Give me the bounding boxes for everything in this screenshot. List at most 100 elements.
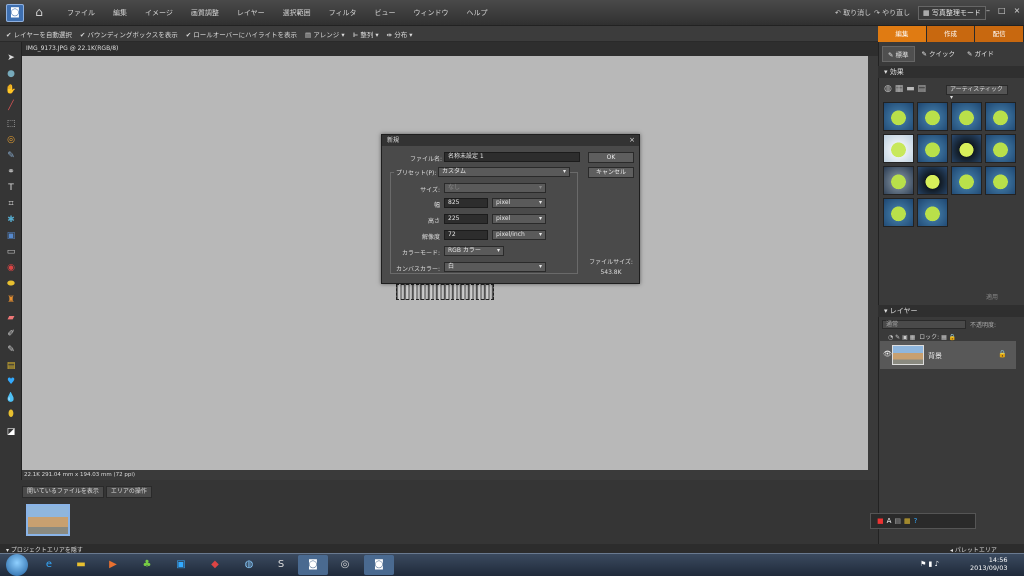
media-player-icon[interactable]: ▶	[98, 555, 128, 575]
vertical-scrollbar[interactable]	[868, 56, 878, 470]
height-field[interactable]: 225	[444, 214, 488, 224]
hand-tool-icon[interactable]: ✋	[4, 84, 18, 96]
minimize-button[interactable]: –	[986, 6, 990, 15]
effect-thumbnail[interactable]	[917, 198, 948, 227]
volume-icon[interactable]: ♪	[935, 560, 939, 568]
ime-dict-icon[interactable]: ▤	[894, 517, 901, 525]
layers-panel-header[interactable]: ▾ レイヤー	[878, 305, 1024, 317]
crop-tool-icon[interactable]: ⌗	[4, 198, 18, 210]
app-icon[interactable]: ◙	[6, 4, 24, 22]
mode-guide[interactable]: ✎ ガイド	[962, 46, 999, 62]
effect-thumbnail[interactable]	[883, 102, 914, 131]
help-icon[interactable]: ?	[914, 517, 918, 525]
menu-help[interactable]: ヘルプ	[458, 8, 497, 18]
width-field[interactable]: 825	[444, 198, 488, 208]
sponge-tool-icon[interactable]: ⬮	[4, 408, 18, 420]
dialog-close-icon[interactable]: ×	[629, 135, 635, 146]
tab-edit[interactable]: 編集	[878, 26, 927, 42]
menu-enhance[interactable]: 画質調整	[182, 8, 228, 18]
color-mode-select[interactable]: RGB カラー	[444, 246, 504, 256]
tab-create[interactable]: 作成	[926, 26, 976, 42]
cancel-button[interactable]: キャンセル	[588, 167, 634, 178]
redo-button[interactable]: ↷ やり直し	[874, 8, 910, 18]
home-icon[interactable]: ⌂	[30, 4, 48, 22]
menu-edit[interactable]: 編集	[104, 8, 136, 18]
organizer-task-icon[interactable]: ◙	[364, 555, 394, 575]
app-green-icon[interactable]: ♣	[132, 555, 162, 575]
menu-image[interactable]: イメージ	[136, 8, 182, 18]
rollover-checkbox[interactable]: ✔ ロールオーバーにハイライトを表示	[186, 29, 297, 39]
clone-stamp-icon[interactable]: ♜	[4, 294, 18, 306]
photoshop-elements-icon[interactable]: ◙	[298, 555, 328, 575]
app-gray-icon[interactable]: ◎	[330, 555, 360, 575]
apply-effect-button[interactable]: 適用	[986, 292, 998, 301]
organizer-button[interactable]: ▦ 写真整理モード	[918, 6, 986, 20]
effect-thumbnail[interactable]	[883, 198, 914, 227]
eyedropper-icon[interactable]: ╱	[4, 100, 18, 112]
name-field[interactable]: 名称未設定 1	[444, 152, 580, 162]
ok-button[interactable]: OK	[588, 152, 634, 163]
red-eye-icon[interactable]: ⚭	[4, 166, 18, 178]
brush-tool-icon[interactable]: ✐	[4, 328, 18, 340]
marquee-tool-icon[interactable]: ⬚	[4, 118, 18, 130]
effect-thumbnail[interactable]	[951, 134, 982, 163]
background-select[interactable]: 白	[444, 262, 546, 272]
gradient-tool-icon[interactable]: ♥	[4, 376, 18, 388]
ime-icon[interactable]: ■	[877, 517, 884, 525]
eraser-icon[interactable]: ▰	[4, 312, 18, 324]
quick-select-icon[interactable]: ✎	[4, 150, 18, 162]
menu-select[interactable]: 選択範囲	[274, 8, 320, 18]
visibility-eye-icon[interactable]: 👁	[883, 350, 892, 358]
redeye-removal-icon[interactable]: ◉	[4, 262, 18, 274]
width-unit-select[interactable]: pixel	[492, 198, 546, 208]
mode-quick[interactable]: ✎ クイック	[917, 46, 961, 62]
effect-thumbnail[interactable]	[985, 166, 1016, 195]
effect-thumbnail[interactable]	[917, 102, 948, 131]
mode-standard[interactable]: ✎ 標準	[882, 46, 915, 62]
blend-mode-select[interactable]: 通常	[882, 320, 966, 329]
shape-tool-icon[interactable]: ✱	[4, 214, 18, 226]
effect-thumbnail[interactable]	[985, 134, 1016, 163]
effects-panel-header[interactable]: ▾ 効果	[878, 66, 1024, 78]
canvas-image[interactable]	[396, 284, 494, 300]
network-icon[interactable]: ▮	[929, 560, 933, 568]
bounding-box-checkbox[interactable]: ✔ バウンディングボックスを表示	[80, 29, 178, 39]
close-button[interactable]: ×	[1014, 6, 1021, 15]
menu-file[interactable]: ファイル	[58, 8, 104, 18]
effect-thumbnail[interactable]	[883, 166, 914, 195]
straighten-icon[interactable]: ▭	[4, 246, 18, 258]
tab-share[interactable]: 配信	[975, 26, 1024, 42]
project-thumbnail[interactable]	[26, 504, 70, 536]
maximize-button[interactable]: □	[998, 6, 1006, 15]
menu-view[interactable]: ビュー	[366, 8, 405, 18]
blur-tool-icon[interactable]: 💧	[4, 392, 18, 404]
start-button[interactable]	[6, 554, 28, 576]
color-swatch-icon[interactable]: ◪	[4, 426, 18, 438]
align-dropdown[interactable]: ⊫ 整列 ▾	[353, 29, 379, 39]
smart-brush-icon[interactable]: ✎	[4, 344, 18, 356]
height-unit-select[interactable]: pixel	[492, 214, 546, 224]
paint-bucket-icon[interactable]: ▤	[4, 360, 18, 372]
resolution-field[interactable]: 72	[444, 230, 488, 240]
effect-thumbnail[interactable]	[917, 134, 948, 163]
explorer-icon[interactable]: ▬	[66, 555, 96, 575]
ie-icon[interactable]: e	[34, 555, 64, 575]
app-s-icon[interactable]: S	[266, 555, 296, 575]
lasso-tool-icon[interactable]: ◎	[4, 134, 18, 146]
auto-select-checkbox[interactable]: ✔ レイヤーを自動選択	[6, 29, 72, 39]
preset-select[interactable]: カスタム	[438, 167, 570, 177]
effect-thumbnail[interactable]	[951, 102, 982, 131]
app-window-icon[interactable]: ▣	[166, 555, 196, 575]
effects-category-icons[interactable]: ◍ ▦ ▬ ▤	[884, 84, 926, 94]
ime-mode-icon[interactable]: A	[887, 517, 892, 525]
flag-icon[interactable]: ⚑	[920, 560, 926, 568]
show-files-dropdown[interactable]: 開いているファイルを表示	[22, 486, 104, 498]
resolution-unit-select[interactable]: pixel/inch	[492, 230, 546, 240]
app-blue-icon[interactable]: ◍	[234, 555, 264, 575]
clock[interactable]: 14:56 2013/09/03	[970, 556, 1007, 572]
effect-thumbnail[interactable]	[917, 166, 948, 195]
effects-filter-select[interactable]: アーティスティック ▾	[946, 85, 1008, 101]
arrange-dropdown[interactable]: ▤ アレンジ ▾	[305, 29, 345, 39]
size-select[interactable]: なし	[444, 183, 546, 193]
effect-thumbnail[interactable]	[951, 166, 982, 195]
